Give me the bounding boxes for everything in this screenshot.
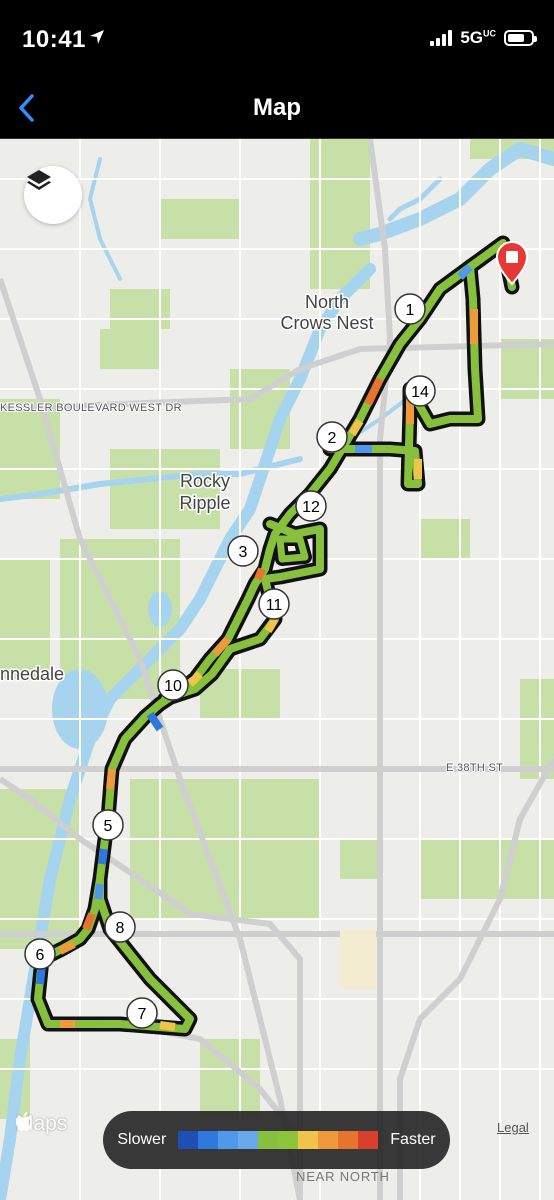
- legend-swatch-2: [218, 1131, 239, 1149]
- svg-text:12: 12: [302, 499, 320, 516]
- svg-text:7: 7: [138, 1006, 147, 1023]
- mile-marker-8[interactable]: 8: [104, 911, 136, 943]
- svg-text:10: 10: [164, 678, 182, 695]
- legend-swatch-3: [238, 1131, 259, 1149]
- page-title: Map: [253, 94, 301, 121]
- mile-marker-12[interactable]: 12: [295, 490, 327, 522]
- signal-icon: [430, 30, 453, 46]
- map-canvas: North Crows Nest Rocky Ripple nnedale KE…: [0, 139, 554, 1200]
- mile-marker-1[interactable]: 1: [394, 293, 426, 325]
- legend-slower-label: Slower: [117, 1131, 167, 1148]
- mile-marker-7[interactable]: 7: [126, 997, 158, 1029]
- mile-marker-5[interactable]: 5: [92, 809, 124, 841]
- svg-text:1: 1: [406, 302, 415, 319]
- label-kessler: KESSLER BOULEVARD WEST DR: [0, 402, 182, 414]
- location-arrow-icon: [90, 30, 104, 44]
- svg-text:5: 5: [104, 818, 113, 835]
- svg-text:3: 3: [239, 544, 248, 561]
- building-area: [340, 929, 376, 989]
- label-crows-nest: Crows Nest: [280, 313, 373, 333]
- apple-icon: [16, 1112, 31, 1131]
- label-near-north: NEAR NORTH: [296, 1169, 390, 1184]
- layers-button[interactable]: [24, 166, 82, 224]
- pace-legend: Slower Faster: [103, 1111, 450, 1169]
- legend-swatch-6: [298, 1131, 319, 1149]
- network-label: 5GUC: [460, 28, 496, 47]
- status-bar: 10:41 5GUC: [0, 0, 554, 80]
- legend-swatch-8: [338, 1131, 359, 1149]
- svg-text:11: 11: [266, 597, 283, 614]
- map-view[interactable]: North Crows Nest Rocky Ripple nnedale KE…: [0, 139, 554, 1200]
- legend-swatch-0: [178, 1131, 199, 1149]
- label-north: North: [305, 292, 349, 312]
- legal-link[interactable]: Legal: [497, 1120, 529, 1135]
- label-ripple: Ripple: [179, 493, 230, 513]
- nav-bar: Map: [0, 80, 554, 139]
- legend-color-scale: [178, 1131, 379, 1149]
- legend-swatch-7: [318, 1131, 339, 1149]
- status-time: 10:41: [22, 26, 86, 53]
- mile-marker-2[interactable]: 2: [316, 421, 348, 453]
- legend-swatch-4: [258, 1131, 279, 1149]
- status-right: 5GUC: [430, 28, 537, 48]
- svg-text:6: 6: [36, 947, 45, 964]
- svg-text:14: 14: [411, 384, 429, 401]
- mile-marker-3[interactable]: 3: [227, 535, 259, 567]
- mile-marker-6[interactable]: 6: [24, 938, 56, 970]
- route-pace-small-loop: [276, 535, 309, 563]
- label-e38th: E 38TH ST: [446, 762, 503, 774]
- battery-icon: [504, 30, 537, 46]
- layers-icon: [27, 170, 51, 190]
- legend-swatch-9: [358, 1131, 379, 1149]
- legend-swatch-5: [278, 1131, 299, 1149]
- legend-swatch-1: [198, 1131, 219, 1149]
- end-pin-icon[interactable]: [495, 241, 529, 286]
- legend-faster-label: Faster: [390, 1131, 436, 1148]
- mile-marker-11[interactable]: 11: [258, 588, 290, 620]
- apple-maps-logo: Maps: [16, 1112, 67, 1136]
- mile-marker-10[interactable]: 10: [157, 669, 189, 701]
- label-rocky: Rocky: [180, 471, 230, 491]
- svg-text:8: 8: [116, 920, 125, 937]
- label-nnedale: nnedale: [0, 664, 64, 684]
- mile-marker-14[interactable]: 14: [404, 375, 436, 407]
- svg-text:2: 2: [328, 430, 337, 447]
